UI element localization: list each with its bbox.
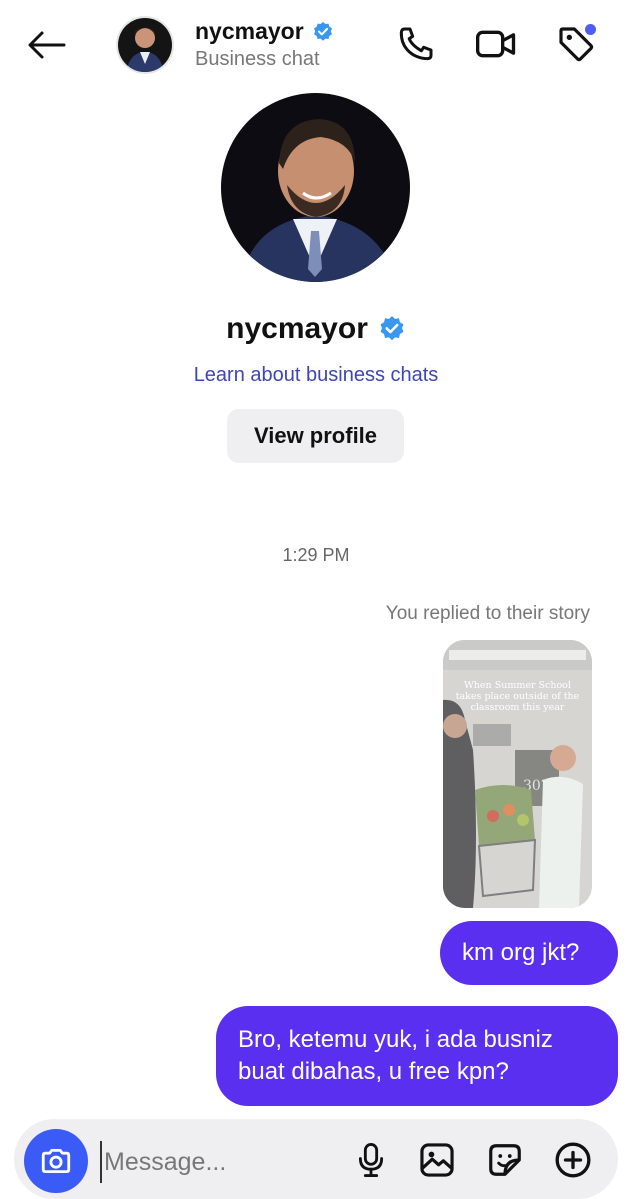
- video-call-button[interactable]: [474, 22, 518, 66]
- verified-badge-icon: [313, 21, 332, 41]
- profile-photo: [221, 93, 410, 282]
- gallery-button[interactable]: [414, 1137, 460, 1183]
- notification-dot: [585, 24, 596, 35]
- story-reply-note: You replied to their story: [385, 603, 590, 624]
- story-preview[interactable]: 30? When Summer School takes place outsi…: [443, 640, 592, 908]
- header-avatar[interactable]: [116, 16, 174, 74]
- voice-call-button[interactable]: [394, 22, 438, 66]
- more-options-button[interactable]: [550, 1137, 596, 1183]
- learn-business-chats-link[interactable]: Learn about business chats: [0, 364, 632, 387]
- video-camera-icon: [475, 30, 516, 58]
- chat-header: nycmayor Business chat: [0, 0, 632, 92]
- back-button[interactable]: [22, 26, 70, 64]
- message-bubble[interactable]: Bro, ketemu yuk, i ada busniz buat dibah…: [216, 1006, 618, 1106]
- plus-circle-icon: [555, 1142, 591, 1178]
- sticker-icon: [489, 1144, 521, 1176]
- profile-name: nycmayor: [0, 312, 632, 346]
- voice-message-button[interactable]: [348, 1137, 394, 1183]
- labels-button[interactable]: [554, 22, 598, 66]
- profile-avatar[interactable]: [221, 93, 410, 282]
- header-name-text: nycmayor: [195, 18, 304, 44]
- camera-icon: [41, 1148, 71, 1174]
- arrow-left-icon: [28, 31, 66, 59]
- message-timestamp: 1:29 PM: [282, 545, 350, 565]
- avatar-photo: [118, 18, 172, 72]
- phone-icon: [399, 27, 433, 61]
- verified-badge-icon: [380, 316, 404, 341]
- sticker-button[interactable]: [482, 1137, 528, 1183]
- message-bubble[interactable]: km org jkt?: [440, 921, 618, 985]
- message-input[interactable]: [100, 1141, 346, 1183]
- header-subtitle: Business chat: [195, 48, 320, 70]
- image-icon: [420, 1143, 454, 1177]
- microphone-icon: [358, 1143, 384, 1177]
- view-profile-button[interactable]: View profile: [227, 409, 404, 463]
- profile-name-text: nycmayor: [226, 312, 368, 345]
- camera-button[interactable]: [24, 1129, 88, 1193]
- story-caption: When Summer School takes place outside o…: [455, 680, 580, 713]
- header-name[interactable]: nycmayor: [195, 18, 334, 45]
